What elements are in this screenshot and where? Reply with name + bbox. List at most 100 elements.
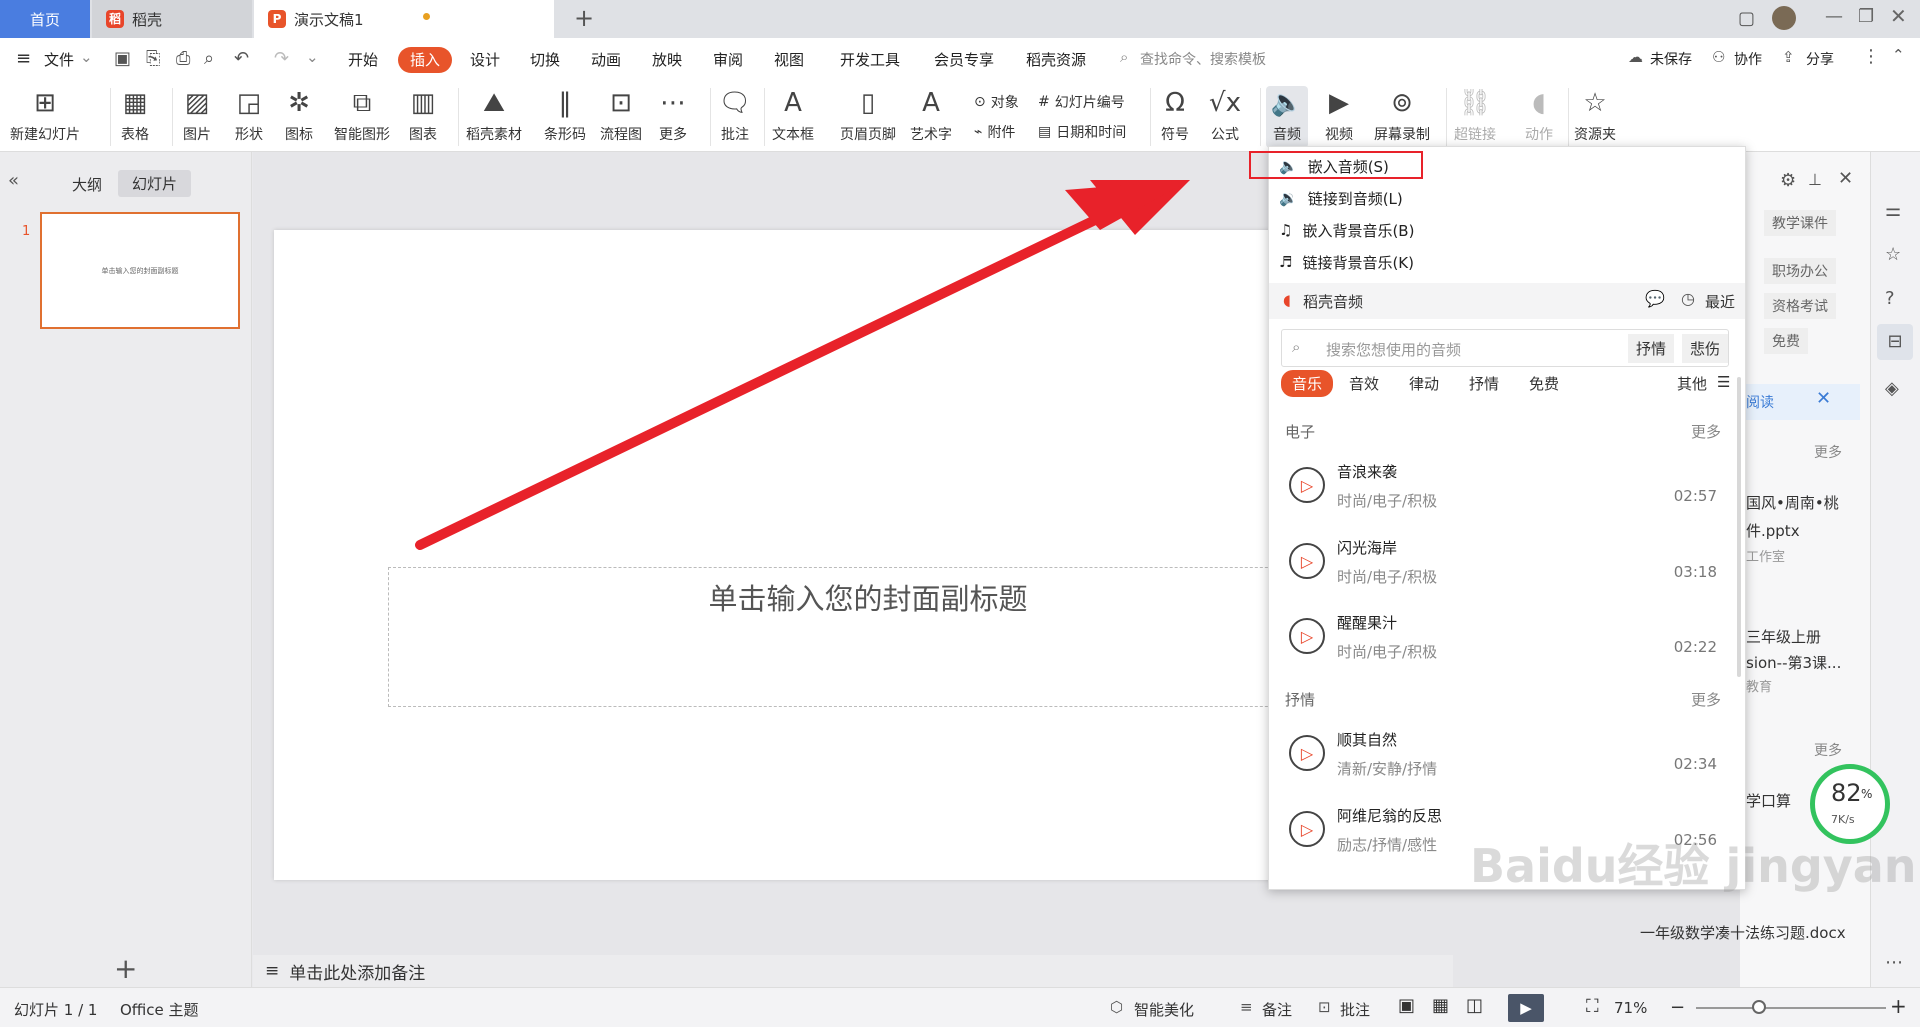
notes-toggle-button[interactable]: 备注: [1262, 999, 1292, 1020]
star-icon[interactable]: ☆: [1885, 244, 1901, 265]
menu-design[interactable]: 设计: [470, 47, 500, 73]
avatar[interactable]: [1772, 6, 1796, 30]
new-slide-button[interactable]: ⊞ 新建幻灯片: [10, 86, 80, 144]
doc-title-1a[interactable]: 国风•周南•桃: [1746, 492, 1839, 513]
quick-access-dropdown-icon[interactable]: ⌄: [306, 48, 319, 66]
recent-button[interactable]: 最近: [1705, 291, 1735, 312]
list-icon[interactable]: ☰: [1717, 373, 1730, 391]
fit-window-icon[interactable]: ⛶: [1586, 996, 1599, 1017]
menu-view[interactable]: 视图: [774, 47, 804, 73]
more-button[interactable]: ⋯ 更多: [656, 86, 690, 144]
link-audio-item[interactable]: 🔉 链接到音频(L): [1279, 183, 1403, 213]
pin-icon[interactable]: ⊥: [1808, 170, 1822, 189]
collapse-pane-icon[interactable]: «: [8, 170, 19, 191]
tag-office[interactable]: 职场办公: [1764, 258, 1836, 284]
tag-teaching[interactable]: 教学课件: [1764, 210, 1836, 236]
restore-icon[interactable]: ❐: [1858, 6, 1874, 27]
tab-outline[interactable]: 大纲: [72, 174, 102, 195]
tab-document[interactable]: P 演示文稿1: [254, 0, 554, 38]
search-tag-lyric[interactable]: 抒情: [1628, 334, 1675, 363]
smartart-button[interactable]: ⧉ 智能图形: [334, 86, 390, 144]
play-icon[interactable]: ▷: [1289, 811, 1325, 847]
share-button[interactable]: 分享: [1806, 47, 1834, 73]
daoke-panel-icon[interactable]: ⊟: [1877, 324, 1913, 360]
audio-search-input[interactable]: 搜索您想使用的音频: [1326, 339, 1461, 360]
song-item[interactable]: ▷ 闪光海岸 时尚/电子/积极 03:18: [1269, 523, 1729, 595]
close-icon[interactable]: ✕: [1890, 4, 1907, 28]
tab-daoke[interactable]: 稻稻壳: [92, 0, 252, 38]
collab-button[interactable]: 协作: [1734, 47, 1762, 73]
song-item[interactable]: ▷ 顺其自然 清新/安静/抒情 02:34: [1269, 715, 1729, 787]
wordart-button[interactable]: A 艺术字: [910, 86, 952, 144]
tab-home[interactable]: 首页: [0, 0, 90, 38]
menu-animation[interactable]: 动画: [591, 47, 621, 73]
video-button[interactable]: ▶ 视频: [1322, 86, 1356, 144]
unsaved-status[interactable]: 未保存: [1650, 47, 1692, 73]
save-icon[interactable]: ▣: [114, 48, 131, 69]
layout-icon[interactable]: ▢: [1738, 8, 1755, 29]
picture-button[interactable]: ▨ 图片: [180, 86, 214, 144]
doc-title-2b[interactable]: sion--第3课...: [1746, 652, 1841, 673]
song-item[interactable]: ▷ 醒醒果汁 时尚/电子/积极 02:22: [1269, 598, 1729, 670]
tab-slides[interactable]: 幻灯片: [118, 170, 192, 197]
panel-close-icon[interactable]: ✕: [1838, 168, 1853, 189]
command-search[interactable]: 查找命令、搜索模板: [1140, 47, 1266, 73]
menu-transition[interactable]: 切换: [530, 47, 560, 73]
symbol-button[interactable]: Ω 符号: [1158, 86, 1192, 144]
search-tag-sad[interactable]: 悲伤: [1682, 334, 1728, 363]
comment-button[interactable]: 🗨 批注: [718, 86, 752, 144]
banner-close-icon[interactable]: ✕: [1816, 388, 1831, 409]
more-link-1[interactable]: 更多: [1814, 442, 1842, 462]
header-footer-button[interactable]: ▯ 页眉页脚: [840, 86, 896, 144]
cat-lyric[interactable]: 抒情: [1469, 373, 1499, 394]
datetime-button[interactable]: ▤ 日期和时间: [1038, 122, 1126, 142]
menu-review[interactable]: 审阅: [713, 47, 743, 73]
slide-thumbnail[interactable]: 单击输入您的封面副标题: [40, 212, 240, 329]
embed-audio-item[interactable]: 🔈 嵌入音频(S): [1279, 151, 1389, 181]
doc-title-3[interactable]: 学口算: [1746, 790, 1791, 811]
doc-title-4[interactable]: 一年级数学凑十法练习题.docx: [1640, 922, 1846, 943]
help-icon[interactable]: ?: [1885, 288, 1895, 309]
group-electronic-more[interactable]: 更多: [1691, 421, 1721, 442]
adjust-icon[interactable]: ⚌: [1885, 200, 1901, 221]
print-preview-icon[interactable]: ⌕: [204, 48, 214, 69]
zoom-out-icon[interactable]: −: [1670, 997, 1685, 1018]
menu-daoke-resource[interactable]: 稻壳资源: [1026, 47, 1086, 73]
zoom-slider[interactable]: [1696, 1007, 1886, 1009]
play-slideshow-button[interactable]: ▶: [1508, 994, 1544, 1022]
menu-insert[interactable]: 插入: [398, 47, 453, 73]
zoom-level[interactable]: 71%: [1614, 999, 1647, 1017]
menu-member[interactable]: 会员专享: [934, 47, 994, 73]
audio-button[interactable]: 🔈 音频: [1266, 86, 1308, 148]
hyperlink-button[interactable]: ⛓ 超链接: [1454, 86, 1496, 144]
subtitle-placeholder[interactable]: 单击输入您的封面副标题: [388, 567, 1348, 707]
doc-title-2a[interactable]: 三年级上册: [1746, 626, 1821, 647]
print-icon[interactable]: ⎙: [176, 48, 190, 69]
shape-button[interactable]: ◲ 形状: [232, 86, 266, 144]
more-link-2[interactable]: 更多: [1814, 740, 1842, 760]
play-icon[interactable]: ▷: [1289, 467, 1325, 503]
hamburger-icon[interactable]: ≡: [16, 48, 31, 69]
table-button[interactable]: ▦ 表格: [118, 86, 152, 144]
diamond-icon[interactable]: ◈: [1885, 378, 1899, 399]
link-bg-music-item[interactable]: ♬ 链接背景音乐(K): [1279, 247, 1414, 277]
cat-free[interactable]: 免费: [1529, 373, 1559, 394]
flowchart-button[interactable]: ⊡ 流程图: [600, 86, 642, 144]
song-item[interactable]: ▷ 音浪来袭 时尚/电子/积极 02:57: [1269, 447, 1729, 519]
theme-name[interactable]: Office 主题: [120, 999, 199, 1020]
cat-other[interactable]: 其他: [1677, 373, 1707, 394]
slide-number-button[interactable]: # 幻灯片编号: [1038, 92, 1125, 112]
add-slide-icon[interactable]: +: [114, 952, 137, 985]
dropdown-scrollbar[interactable]: [1737, 377, 1741, 677]
group-lyric-more[interactable]: 更多: [1691, 689, 1721, 710]
audio-search-box[interactable]: ⌕ 搜索您想使用的音频 抒情 悲伤: [1281, 329, 1729, 367]
play-icon[interactable]: ▷: [1289, 735, 1325, 771]
undo-icon[interactable]: ↶: [234, 48, 249, 69]
textbox-button[interactable]: A 文本框: [772, 86, 814, 144]
screen-record-button[interactable]: ⊚ 屏幕录制: [1374, 86, 1430, 144]
resource-folder-button[interactable]: ☆ 资源夹: [1574, 86, 1616, 144]
daoke-material-button[interactable]: ⛰ 稻壳素材: [466, 86, 522, 144]
minimize-icon[interactable]: —: [1825, 6, 1843, 27]
barcode-button[interactable]: ‖ 条形码: [544, 86, 586, 144]
notes-bar[interactable]: ≡ 单击此处添加备注: [253, 955, 1453, 987]
